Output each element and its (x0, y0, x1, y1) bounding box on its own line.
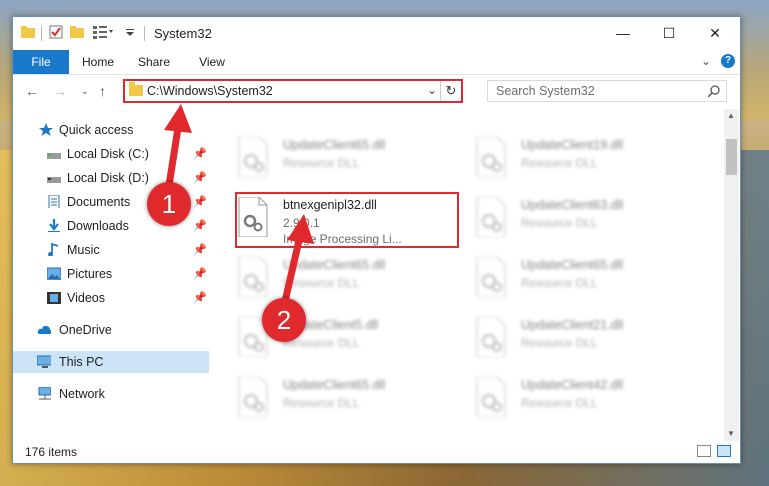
tab-share[interactable]: Share (131, 50, 177, 74)
sidebar-item-onedrive[interactable]: OneDrive (13, 319, 209, 341)
folder-icon (21, 26, 35, 38)
pin-icon[interactable]: 📌 (193, 191, 207, 213)
maximize-button[interactable]: ☐ (646, 17, 692, 49)
documents-icon (48, 195, 60, 208)
highlight-box (235, 192, 459, 248)
chevron-down-icon[interactable]: ⌄ (427, 83, 437, 97)
file-tile[interactable]: UpdateClient21.dll Resource DLL (475, 315, 700, 367)
dll-file-icon (476, 317, 506, 357)
file-tile[interactable]: UpdateClient65.dll Resource DLL (237, 375, 462, 427)
dll-file-icon (476, 137, 506, 177)
title-bar: System32 — ☐ ✕ (13, 17, 740, 49)
large-icons-view-icon[interactable] (717, 445, 731, 457)
recent-locations-icon[interactable]: ⌄ (81, 86, 89, 97)
properties-icon[interactable] (49, 25, 63, 39)
new-folder-icon[interactable] (70, 25, 84, 39)
file-tile[interactable]: UpdateClient42.dll Resource DLL (475, 375, 700, 427)
step-2-badge: 2 (262, 298, 306, 342)
quick-access-dropdown-icon[interactable] (125, 25, 135, 39)
help-icon[interactable]: ? (721, 54, 735, 68)
search-placeholder: Search System32 (496, 84, 595, 98)
tab-home[interactable]: Home (75, 50, 121, 74)
sidebar-item-music[interactable]: Music 📌 (13, 239, 209, 261)
music-icon (48, 243, 59, 256)
file-tile[interactable]: UpdateClient65.dll Resource DLL (237, 135, 462, 187)
pin-icon[interactable]: 📌 (193, 167, 207, 189)
file-tile[interactable]: UpdateClient19.dll Resource DLL (475, 135, 700, 187)
divider (41, 26, 42, 41)
details-view-icon[interactable] (697, 445, 711, 457)
drive-icon (47, 177, 61, 183)
refresh-icon[interactable]: ↻ (440, 81, 461, 101)
pin-icon[interactable]: 📌 (193, 215, 207, 237)
tab-view[interactable]: View (189, 50, 235, 74)
dll-file-icon (476, 257, 506, 297)
pin-icon[interactable]: 📌 (193, 143, 207, 165)
sidebar-item-quick-access[interactable]: Quick access (13, 119, 209, 141)
file-tile[interactable]: UpdateClient65.dll Resource DLL (475, 255, 700, 307)
search-icon[interactable] (708, 85, 720, 97)
network-icon (38, 387, 51, 400)
download-icon (48, 219, 60, 232)
folder-icon (129, 82, 143, 96)
pin-icon[interactable]: 📌 (193, 263, 207, 285)
step-1-badge: 1 (147, 182, 191, 226)
file-tile[interactable]: UpdateClient63.dll Resource DLL (475, 195, 700, 247)
sidebar-item-this-pc[interactable]: This PC (13, 351, 209, 373)
dll-file-icon (238, 137, 268, 177)
scrollbar-thumb[interactable] (726, 139, 737, 175)
file-explorer-window: System32 — ☐ ✕ File Home Share View ⌄ ? … (12, 16, 741, 464)
pin-icon[interactable]: 📌 (193, 287, 207, 309)
cloud-icon (37, 325, 51, 334)
ribbon-tabs: File Home Share View ⌄ ? (13, 50, 740, 75)
navigation-pane: Quick access Local Disk (C:) 📌 Local Dis… (13, 109, 209, 439)
forward-arrow-icon[interactable]: → (53, 83, 67, 99)
dll-file-icon (238, 257, 268, 297)
navigation-bar: ← → ⌄ ↑ C:\Windows\System32 ⌄ ↻ Search S… (13, 77, 740, 107)
address-path: C:\Windows\System32 (147, 84, 273, 98)
item-count: 176 items (25, 445, 78, 459)
drive-icon (47, 153, 61, 159)
address-bar[interactable]: C:\Windows\System32 ⌄ ↻ (123, 79, 463, 103)
pin-icon[interactable]: 📌 (193, 239, 207, 261)
window-title: System32 (154, 26, 212, 41)
sidebar-item-videos[interactable]: Videos 📌 (13, 287, 209, 309)
search-input[interactable]: Search System32 (487, 80, 727, 102)
computer-icon (37, 355, 51, 368)
sidebar-item-local-disk-c[interactable]: Local Disk (C:) 📌 (13, 143, 209, 165)
sidebar-item-network[interactable]: Network (13, 383, 209, 405)
dll-file-icon (238, 377, 268, 417)
status-bar: 176 items (13, 441, 740, 463)
pictures-icon (47, 267, 61, 280)
tab-file[interactable]: File (13, 50, 69, 74)
videos-icon (47, 292, 61, 304)
file-list: UpdateClient65.dll Resource DLL UpdateCl… (213, 109, 723, 439)
customize-toolbar-icon[interactable] (93, 25, 115, 39)
up-arrow-icon[interactable]: ↑ (99, 83, 106, 99)
back-arrow-icon[interactable]: ← (25, 83, 39, 99)
dll-file-icon (476, 377, 506, 417)
vertical-scrollbar[interactable]: ▲ ▼ (724, 109, 739, 441)
minimize-button[interactable]: — (600, 17, 646, 49)
ribbon-collapse-icon[interactable]: ⌄ (701, 54, 711, 68)
divider (144, 26, 145, 41)
scroll-down-icon[interactable]: ▼ (727, 429, 735, 438)
sidebar-item-pictures[interactable]: Pictures 📌 (13, 263, 209, 285)
star-icon (39, 123, 53, 136)
close-button[interactable]: ✕ (692, 17, 738, 49)
dll-file-icon (476, 197, 506, 237)
file-tile[interactable]: UpdateClient65.dll Resource DLL (237, 255, 462, 307)
scroll-up-icon[interactable]: ▲ (727, 111, 735, 120)
